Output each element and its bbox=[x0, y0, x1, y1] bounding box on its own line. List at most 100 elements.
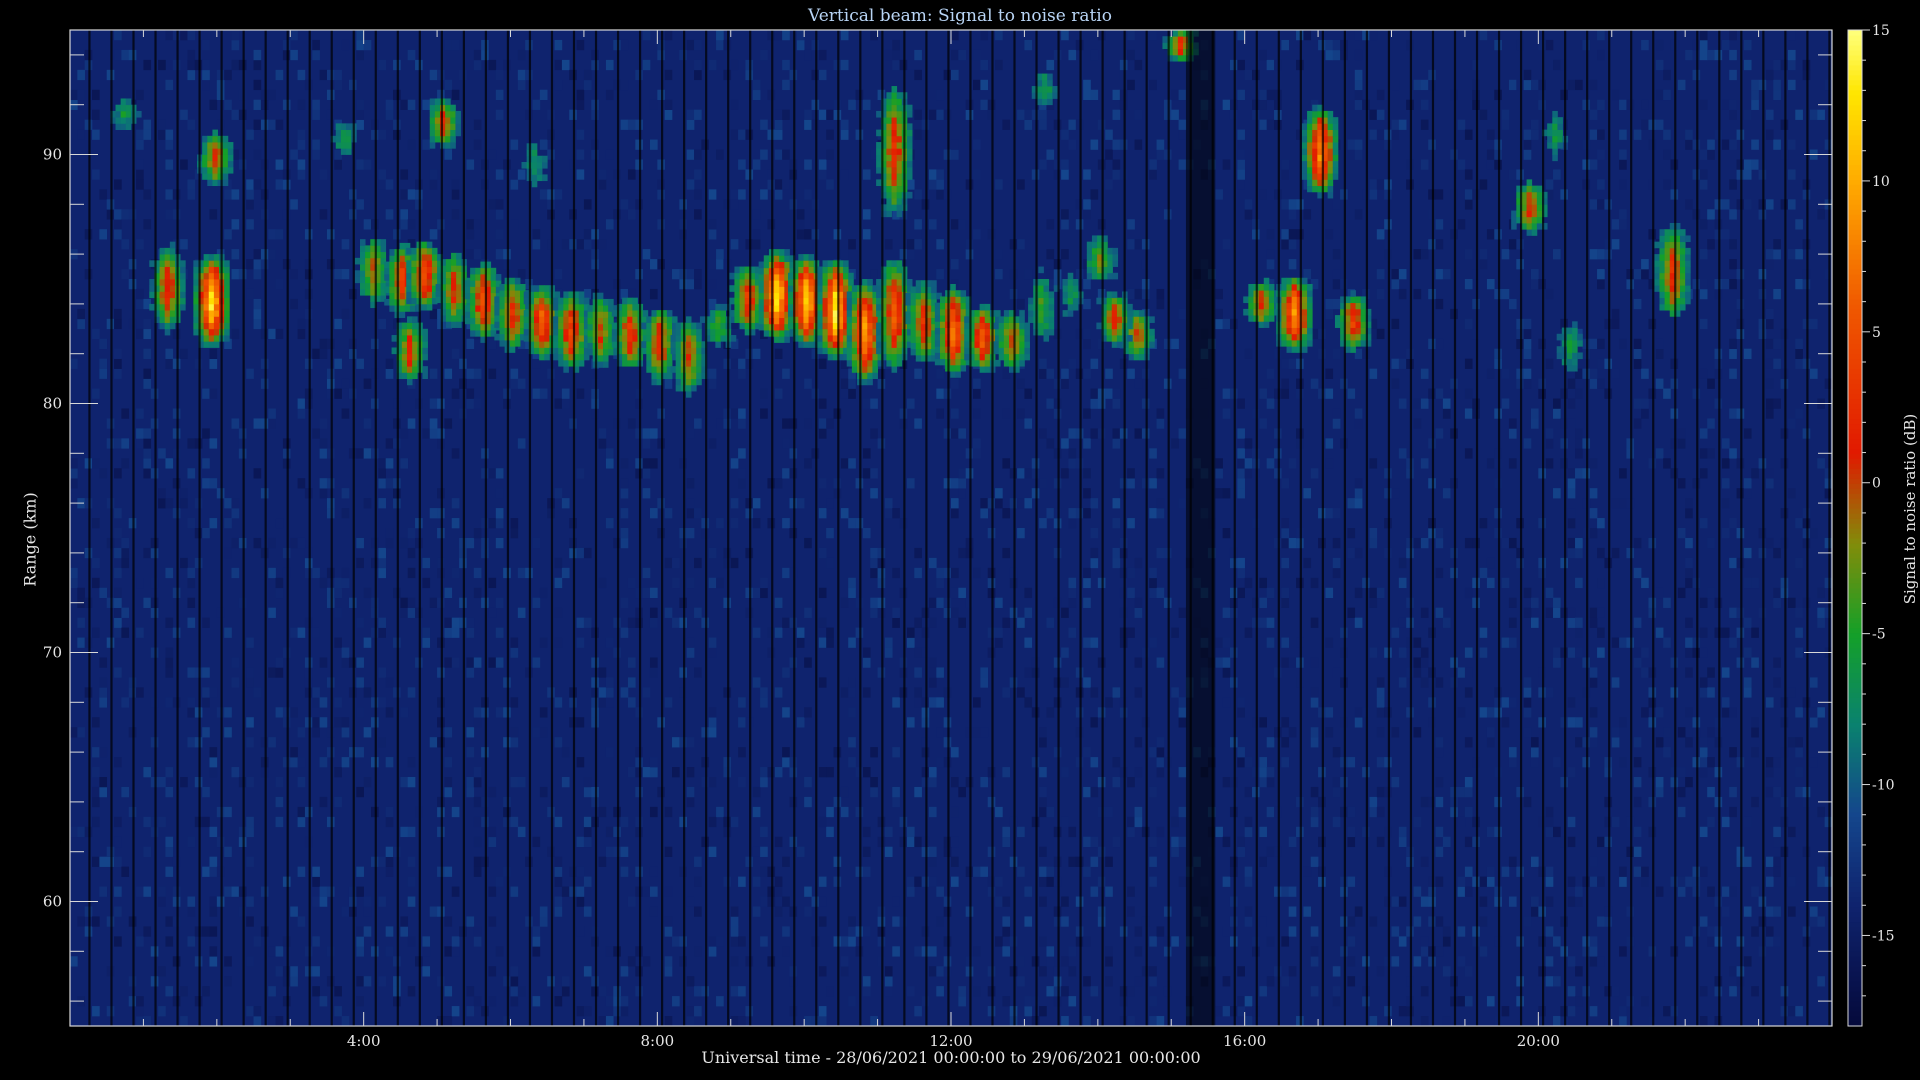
noise-cell bbox=[1699, 448, 1708, 459]
noise-cell bbox=[672, 936, 680, 947]
noise-cell bbox=[840, 687, 849, 698]
noise-cell bbox=[400, 169, 409, 180]
noise-cell bbox=[224, 727, 232, 738]
echo-cell bbox=[533, 328, 540, 336]
noise-cell bbox=[356, 99, 364, 110]
noise-cell bbox=[1156, 926, 1165, 937]
noise-cell bbox=[1068, 49, 1077, 61]
noise-cell bbox=[1024, 418, 1033, 429]
echo-cell bbox=[384, 298, 390, 306]
noise-cell bbox=[99, 189, 108, 200]
echo-cell bbox=[411, 254, 417, 261]
echo-cell bbox=[399, 255, 406, 262]
noise-cell bbox=[1663, 597, 1671, 608]
noise-cell bbox=[1068, 508, 1077, 519]
noise-cell bbox=[202, 667, 210, 678]
noise-cell bbox=[378, 547, 386, 559]
noise-cell bbox=[385, 806, 394, 818]
noise-cell bbox=[1464, 388, 1473, 399]
noise-cell bbox=[1743, 59, 1752, 71]
noise-cell bbox=[1090, 189, 1099, 200]
noise-cell bbox=[363, 498, 372, 509]
noise-cell bbox=[495, 209, 504, 220]
noise-cell bbox=[136, 239, 144, 250]
noise-cell bbox=[1149, 1016, 1157, 1027]
noise-cell bbox=[231, 498, 240, 509]
noise-cell bbox=[1464, 279, 1473, 290]
noise-cell bbox=[209, 767, 218, 778]
noise-cell bbox=[319, 169, 328, 180]
noise-cell bbox=[958, 428, 966, 439]
noise-cell bbox=[1083, 866, 1091, 877]
noise-cell bbox=[1237, 458, 1245, 469]
noise-cell bbox=[77, 69, 85, 81]
echo-cell bbox=[509, 340, 516, 347]
noise-cell bbox=[862, 99, 871, 110]
noise-cell bbox=[1391, 488, 1400, 499]
noise-cell bbox=[1215, 657, 1223, 668]
noise-cell bbox=[407, 567, 416, 579]
noise-cell bbox=[1699, 647, 1708, 658]
noise-cell bbox=[1530, 279, 1539, 290]
noise-cell bbox=[1685, 567, 1693, 579]
noise-cell bbox=[158, 498, 166, 509]
noise-cell bbox=[1523, 438, 1532, 449]
noise-cell bbox=[1721, 697, 1730, 708]
noise-cell bbox=[1743, 488, 1752, 499]
noise-cell bbox=[1420, 936, 1429, 947]
noise-cell bbox=[1530, 269, 1539, 280]
noise-cell bbox=[1017, 687, 1025, 698]
noise-cell bbox=[1303, 209, 1312, 220]
noise-cell bbox=[1751, 627, 1759, 638]
noise-cell bbox=[1545, 458, 1554, 469]
noise-cell bbox=[202, 59, 210, 71]
noise-cell bbox=[1112, 547, 1121, 559]
noise-cell bbox=[473, 866, 482, 877]
noise-cell bbox=[1751, 986, 1759, 997]
echo-cell bbox=[389, 267, 395, 275]
noise-cell bbox=[1068, 597, 1077, 608]
noise-cell bbox=[224, 627, 232, 638]
noise-cell bbox=[892, 508, 900, 519]
noise-cell bbox=[187, 617, 196, 628]
noise-cell bbox=[928, 617, 937, 628]
noise-cell bbox=[1575, 996, 1583, 1007]
noise-cell bbox=[826, 627, 834, 638]
noise-cell bbox=[686, 896, 695, 907]
noise-cell bbox=[1773, 597, 1781, 608]
noise-cell bbox=[1501, 866, 1510, 877]
noise-cell bbox=[1017, 468, 1025, 479]
noise-cell bbox=[1809, 717, 1818, 728]
noise-cell bbox=[224, 806, 232, 818]
noise-cell bbox=[620, 866, 629, 877]
noise-cell bbox=[1002, 946, 1011, 957]
noise-cell bbox=[1354, 587, 1363, 599]
echo-cell bbox=[499, 308, 506, 316]
noise-cell bbox=[664, 378, 673, 389]
noise-cell bbox=[1699, 288, 1708, 300]
noise-cell bbox=[774, 189, 783, 200]
noise-cell bbox=[1083, 328, 1091, 340]
noise-cell bbox=[70, 826, 78, 838]
noise-cell bbox=[466, 986, 475, 997]
noise-cell bbox=[1553, 488, 1561, 499]
noise-cell bbox=[914, 1006, 922, 1017]
noise-cell bbox=[804, 189, 812, 200]
noise-cell bbox=[1743, 199, 1752, 210]
noise-cell bbox=[444, 79, 453, 91]
noise-cell bbox=[400, 607, 409, 618]
noise-cell bbox=[1486, 159, 1495, 170]
noise-cell bbox=[495, 657, 504, 668]
noise-cell bbox=[1266, 617, 1275, 628]
noise-cell bbox=[246, 199, 254, 210]
noise-cell bbox=[187, 438, 196, 449]
noise-cell bbox=[1017, 378, 1025, 389]
noise-cell bbox=[1633, 777, 1642, 788]
noise-cell bbox=[649, 866, 658, 877]
noise-cell bbox=[1420, 657, 1429, 668]
noise-cell bbox=[730, 518, 739, 529]
noise-cell bbox=[224, 189, 232, 200]
noise-cell bbox=[951, 856, 959, 867]
noise-cell bbox=[914, 109, 922, 120]
noise-cell bbox=[451, 617, 460, 628]
